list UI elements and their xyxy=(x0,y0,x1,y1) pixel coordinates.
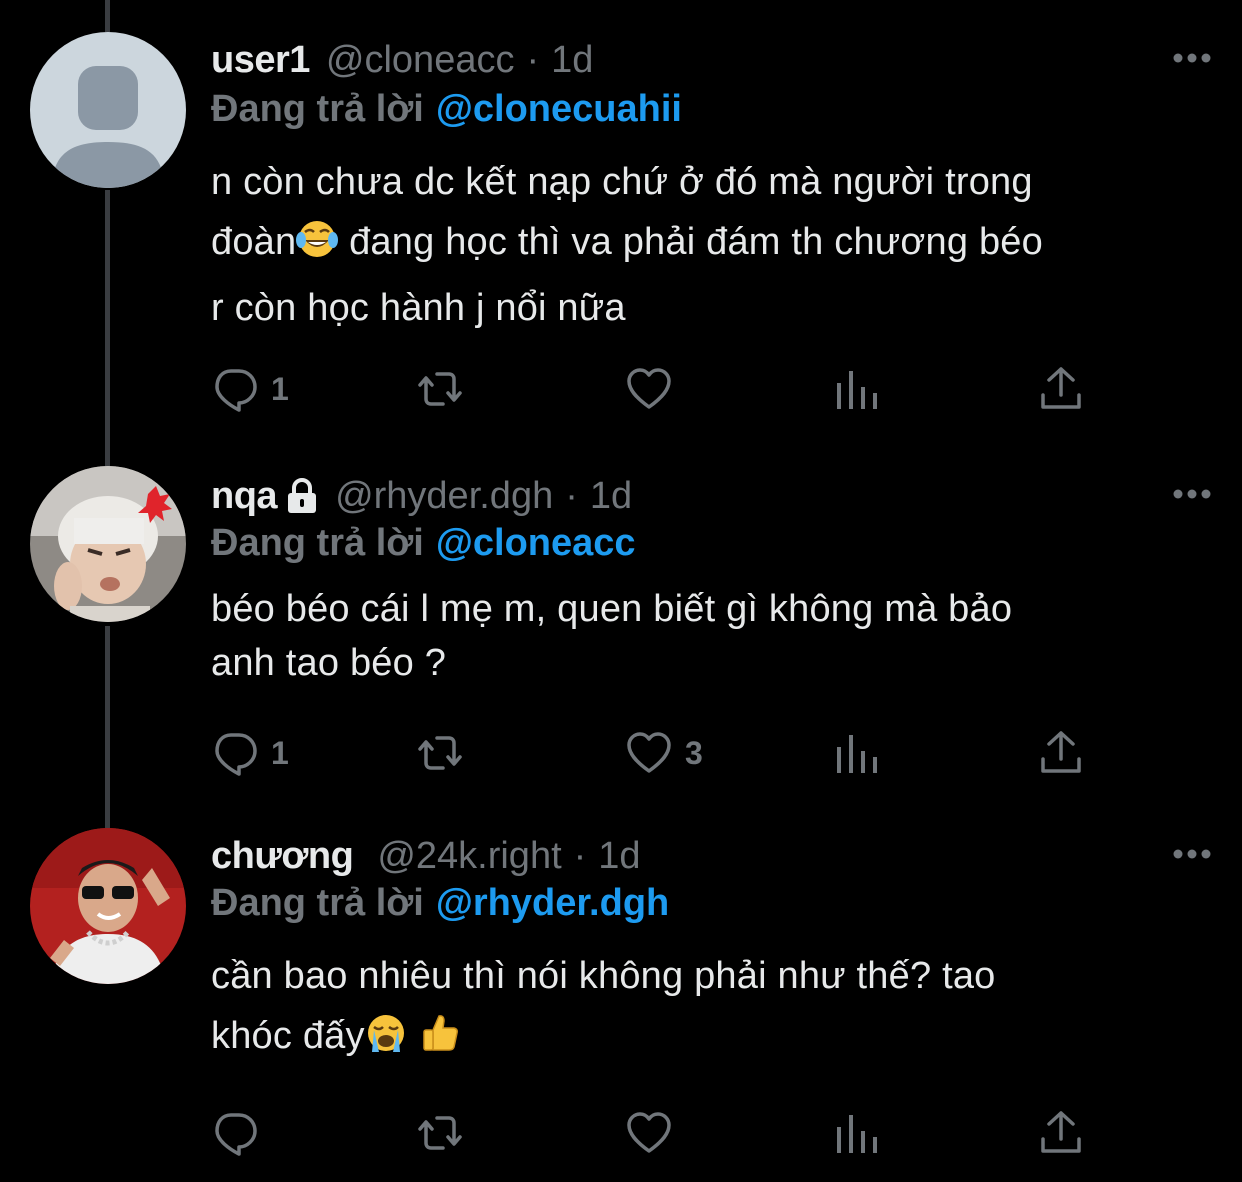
replying-to: Đang trả lời @clonecuahii xyxy=(211,88,682,131)
retweet-icon xyxy=(418,372,462,406)
reply-button[interactable]: 1 xyxy=(211,364,289,414)
views-button[interactable] xyxy=(833,1108,881,1158)
views-icon xyxy=(837,735,877,773)
views-icon xyxy=(837,1115,877,1153)
avatar-default[interactable] xyxy=(30,32,186,188)
replying-to-label: Đang trả lời xyxy=(211,88,424,130)
crying-face-emoji-icon xyxy=(365,1012,407,1072)
share-icon xyxy=(1041,731,1081,773)
more-icon[interactable] xyxy=(1172,488,1212,500)
views-button[interactable] xyxy=(833,728,881,778)
profile-photo-icon xyxy=(30,828,186,984)
user-handle[interactable]: @rhyder.dgh xyxy=(335,475,553,518)
tweet-text-line: n còn chưa dc kết nạp chứ ở đó mà người … xyxy=(211,161,1033,203)
profile-photo-icon xyxy=(30,466,186,622)
timestamp[interactable]: 1d xyxy=(551,39,593,82)
reply-count: 1 xyxy=(271,734,289,771)
replying-to: Đang trả lời @rhyder.dgh xyxy=(211,882,669,925)
reply-icon xyxy=(215,1113,257,1156)
tweet-text: béo béo cái l mẹ m, quen biết gì không m… xyxy=(211,582,1211,690)
tweet-3[interactable]: chương @24k.right · 1d Đang trả lời @rhyd… xyxy=(0,826,1242,1166)
timestamp[interactable]: 1d xyxy=(598,835,640,878)
tweet-header: nqa @rhyder.dgh · 1d xyxy=(211,466,632,526)
separator-dot: · xyxy=(573,834,587,877)
reply-icon xyxy=(215,733,257,776)
tweet-text-line: cần bao nhiêu thì nói không phải như thế… xyxy=(211,955,996,997)
tweet-header: user1 @cloneacc · 1d xyxy=(211,30,593,90)
share-button[interactable] xyxy=(1037,728,1085,778)
tweet-text-line: khóc đấy xyxy=(211,1006,1211,1072)
retweet-icon xyxy=(418,1116,462,1150)
tweet-1[interactable]: user1 @cloneacc · 1d Đang trả lời @clonec… xyxy=(0,30,1242,430)
separator-dot: · xyxy=(526,38,540,81)
user-handle[interactable]: @cloneacc xyxy=(326,39,515,82)
display-name[interactable]: nqa xyxy=(211,475,278,518)
reply-button[interactable] xyxy=(211,1108,271,1158)
tears-of-joy-emoji-icon xyxy=(296,218,339,278)
thumbs-up-emoji-icon xyxy=(419,1012,461,1072)
share-icon xyxy=(1041,367,1081,409)
tweet-text-line: r còn học hành j nổi nữa xyxy=(211,287,626,329)
mention-link[interactable]: @cloneacc xyxy=(436,522,636,564)
reply-button[interactable]: 1 xyxy=(211,728,289,778)
mention-link[interactable]: @clonecuahii xyxy=(436,88,682,130)
like-button[interactable]: 3 xyxy=(625,728,703,778)
retweet-icon xyxy=(418,736,462,770)
lock-icon xyxy=(288,478,317,513)
retweet-button[interactable] xyxy=(416,1108,464,1158)
share-button[interactable] xyxy=(1037,364,1085,414)
mention-link[interactable]: @rhyder.dgh xyxy=(436,882,669,924)
tweet-2[interactable]: nqa @rhyder.dgh · 1d Đang trả lời @clonea… xyxy=(0,466,1242,796)
replying-to-label: Đang trả lời xyxy=(211,522,424,564)
retweet-button[interactable] xyxy=(416,364,464,414)
display-name[interactable]: user1 xyxy=(211,39,310,82)
share-icon xyxy=(1041,1111,1081,1153)
tweet-text: cần bao nhiêu thì nói không phải như thế… xyxy=(211,946,1211,1072)
views-button[interactable] xyxy=(833,364,881,414)
like-count: 3 xyxy=(685,734,703,771)
tweet-header: chương @24k.right · 1d xyxy=(211,826,641,886)
tweet-text-line: đoàn đang học thì va phải đám th chương … xyxy=(211,212,1211,278)
separator-dot: · xyxy=(565,474,578,517)
tweet-actions xyxy=(211,1108,1111,1158)
tweet-text: n còn chưa dc kết nạp chứ ở đó mà người … xyxy=(211,152,1211,338)
user-handle[interactable]: @24k.right xyxy=(377,835,561,878)
timestamp[interactable]: 1d xyxy=(590,475,632,518)
tweet-text-line: béo béo cái l mẹ m, quen biết gì không m… xyxy=(211,588,1013,630)
avatar-nqa[interactable] xyxy=(30,466,186,622)
retweet-button[interactable] xyxy=(416,728,464,778)
like-button[interactable] xyxy=(625,1108,685,1158)
share-button[interactable] xyxy=(1037,1108,1085,1158)
views-icon xyxy=(837,371,877,409)
like-icon xyxy=(627,368,671,409)
replying-to: Đang trả lời @cloneacc xyxy=(211,522,636,565)
display-name[interactable]: chương xyxy=(211,835,354,878)
tweet-actions: 1 xyxy=(211,364,1111,414)
reply-icon xyxy=(215,369,257,412)
default-profile-icon xyxy=(30,32,186,188)
tweet-actions: 1 3 xyxy=(211,728,1111,778)
more-icon[interactable] xyxy=(1172,848,1212,860)
tweet-text-line: anh tao béo ? xyxy=(211,642,447,684)
like-button[interactable] xyxy=(625,364,685,414)
more-icon[interactable] xyxy=(1172,52,1212,64)
thread-line-top xyxy=(105,0,110,32)
like-icon xyxy=(627,732,671,773)
replying-to-label: Đang trả lời xyxy=(211,882,424,924)
like-icon xyxy=(627,1112,671,1153)
reply-count: 1 xyxy=(271,370,289,407)
avatar-chuong[interactable] xyxy=(30,828,186,984)
